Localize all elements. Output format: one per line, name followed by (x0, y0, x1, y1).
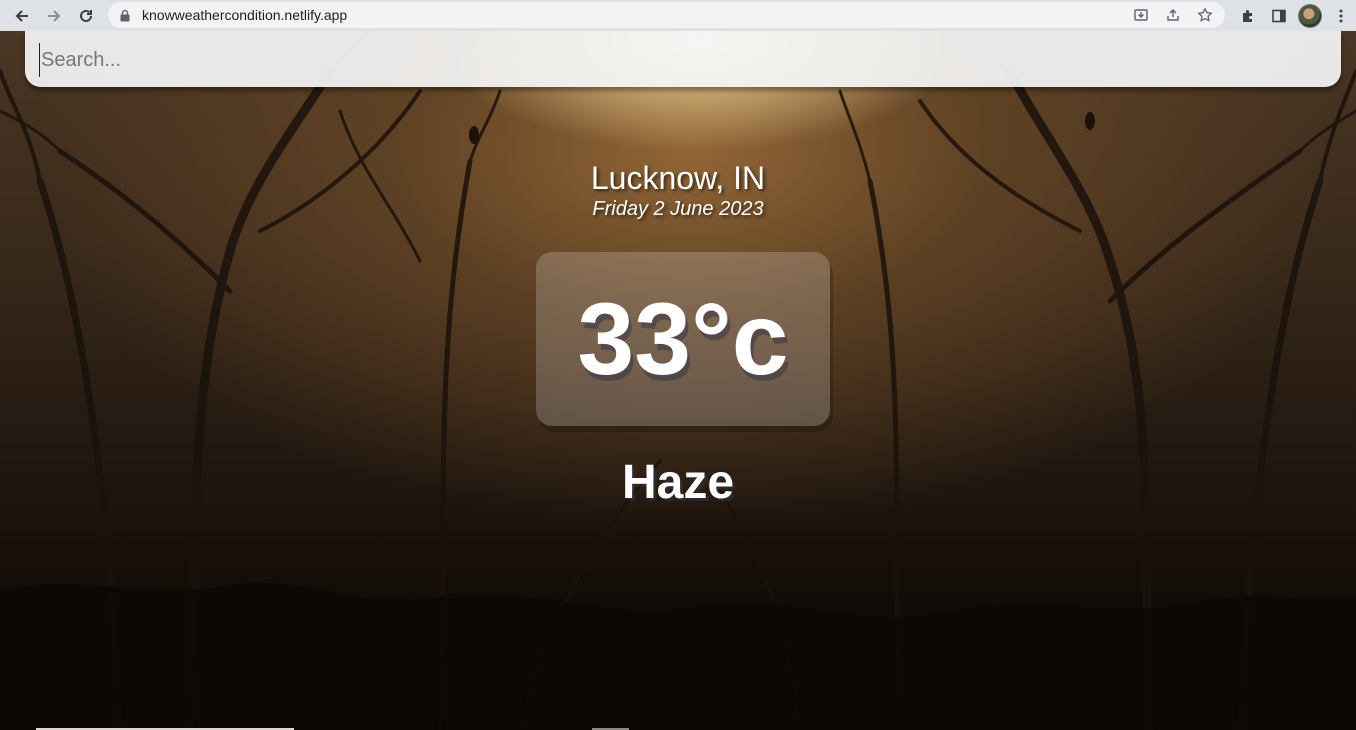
extensions-icon[interactable] (1232, 0, 1263, 31)
install-icon[interactable] (1127, 2, 1155, 28)
bookmark-star-icon[interactable] (1191, 2, 1219, 28)
weather-page: Lucknow, IN Friday 2 June 2023 33°c Haze (0, 31, 1356, 730)
browser-toolbar: knowweathercondition.netlify.app (0, 0, 1356, 31)
temperature-value: 33°c (577, 281, 789, 396)
temperature-card: 33°c (536, 252, 830, 426)
menu-icon[interactable] (1325, 0, 1356, 31)
current-date: Friday 2 June 2023 (592, 198, 764, 220)
search-input[interactable] (39, 43, 1323, 77)
forward-icon (48, 9, 61, 22)
address-bar[interactable]: knowweathercondition.netlify.app (108, 2, 1225, 28)
url-text: knowweathercondition.netlify.app (142, 7, 348, 23)
forward-button[interactable] (38, 0, 70, 31)
back-button[interactable] (6, 0, 38, 31)
share-icon[interactable] (1159, 2, 1187, 28)
reload-icon (80, 9, 92, 22)
back-icon (15, 9, 28, 22)
lock-icon (120, 8, 132, 22)
profile-avatar[interactable] (1294, 0, 1325, 31)
reload-button[interactable] (70, 0, 102, 31)
side-panel-icon[interactable] (1263, 0, 1294, 31)
location-name: Lucknow, IN (590, 160, 766, 196)
search-bar (25, 31, 1341, 87)
weather-condition: Haze (621, 456, 735, 509)
